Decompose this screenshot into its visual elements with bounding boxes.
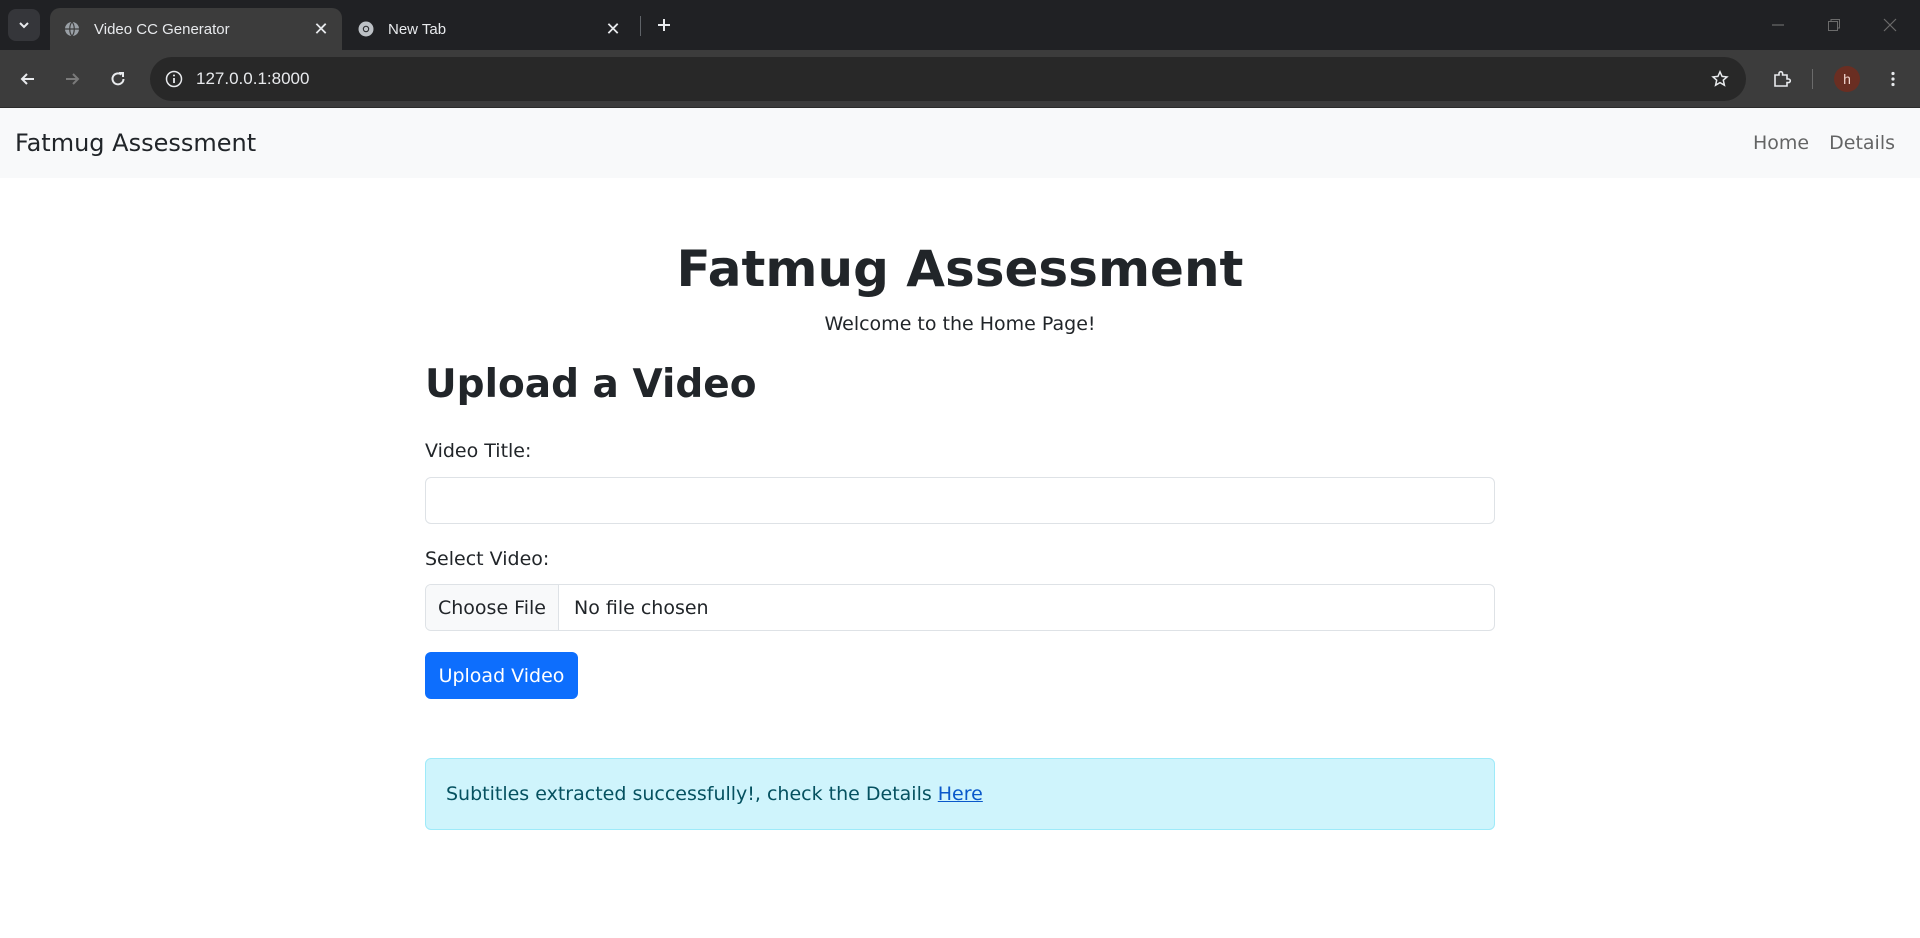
bookmark-star-icon[interactable] (1706, 65, 1734, 93)
address-url: 127.0.0.1:8000 (196, 69, 310, 88)
success-alert: Subtitles extracted successfully!, check… (425, 758, 1495, 830)
restore-icon (1828, 19, 1840, 31)
alert-message: Subtitles extracted successfully!, check… (446, 783, 932, 805)
toolbar-divider (1812, 69, 1813, 89)
back-button[interactable] (12, 63, 44, 95)
upload-video-button[interactable]: Upload Video (425, 652, 578, 699)
arrow-right-icon (66, 73, 80, 85)
nav-links: Home Details (1753, 108, 1895, 178)
browser-tab-strip: Video CC Generator ✕ New Tab ✕ (0, 0, 1920, 50)
tab-title: Video CC Generator (94, 20, 230, 38)
nav-link-home[interactable]: Home (1753, 132, 1809, 154)
close-icon (1883, 18, 1897, 32)
choose-file-button[interactable]: Choose File (426, 585, 559, 630)
tab-divider (640, 16, 641, 36)
nav-link-details[interactable]: Details (1829, 132, 1895, 154)
extensions-button[interactable] (1766, 63, 1798, 95)
tab-title: New Tab (388, 20, 447, 38)
profile-avatar[interactable]: h (1834, 66, 1860, 92)
tab-new-tab[interactable]: New Tab ✕ (344, 8, 634, 50)
navbar-brand[interactable]: Fatmug Assessment (15, 108, 256, 178)
minimize-icon (1772, 24, 1784, 26)
upload-heading: Upload a Video (425, 362, 757, 407)
tab-search-button[interactable] (8, 9, 40, 41)
arrow-left-icon (20, 73, 34, 85)
video-title-input[interactable] (425, 477, 1495, 524)
video-file-input[interactable]: Choose File No file chosen (425, 584, 1495, 631)
site-navbar: Fatmug Assessment Home Details (0, 108, 1920, 178)
browser-toolbar: 127.0.0.1:8000 h (0, 50, 1920, 108)
video-title-label: Video Title: (425, 440, 532, 462)
new-tab-button[interactable] (650, 11, 678, 39)
page-title: Fatmug Assessment (676, 240, 1244, 298)
address-bar[interactable]: 127.0.0.1:8000 (150, 57, 1746, 101)
browser-menu-button[interactable] (1877, 63, 1909, 95)
details-here-link[interactable]: Here (938, 783, 983, 805)
restore-button[interactable] (1806, 0, 1862, 50)
globe-icon (64, 21, 80, 37)
more-vertical-icon (1891, 71, 1895, 87)
plus-icon (658, 19, 670, 31)
file-status-text: No file chosen (574, 596, 709, 619)
site-info-icon[interactable] (160, 65, 188, 93)
tab-video-cc-generator[interactable]: Video CC Generator ✕ (50, 8, 342, 50)
puzzle-icon (1774, 70, 1792, 87)
close-tab-icon[interactable]: ✕ (310, 18, 332, 40)
reload-button[interactable] (102, 63, 134, 95)
reload-icon (111, 72, 125, 86)
chevron-down-icon (19, 22, 29, 29)
page-subtitle: Welcome to the Home Page! (824, 313, 1096, 335)
chrome-icon (358, 21, 374, 37)
close-window-button[interactable] (1862, 0, 1918, 50)
minimize-button[interactable] (1750, 0, 1806, 50)
select-video-label: Select Video: (425, 548, 550, 570)
forward-button[interactable] (56, 63, 88, 95)
close-tab-icon[interactable]: ✕ (602, 18, 624, 40)
